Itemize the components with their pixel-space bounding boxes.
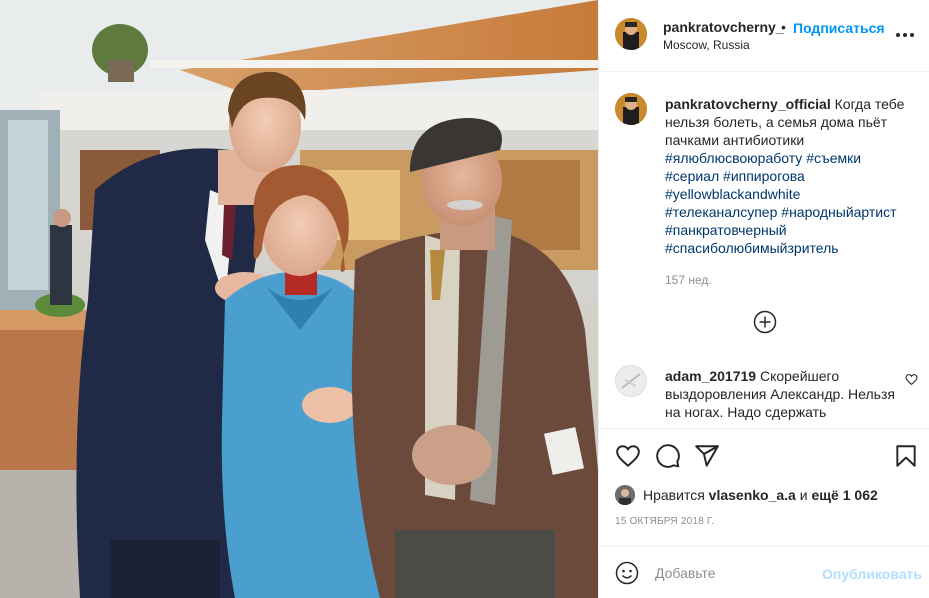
separator-dot: • (781, 19, 786, 35)
likes-count[interactable]: ещё 1 062 (811, 487, 877, 503)
caption-username[interactable]: pankratovcherny_official (665, 96, 831, 112)
comment-heart-icon[interactable] (905, 373, 918, 386)
speech-bubble-icon[interactable] (655, 443, 681, 469)
post-date[interactable]: 15 ОКТЯБРЯ 2018 Г. (615, 516, 714, 527)
add-comment-bar: Опубликовать (599, 546, 929, 598)
smiley-icon[interactable] (615, 561, 639, 585)
follow-button[interactable]: Подписаться (793, 20, 885, 36)
likes-summary: Нравится vlasenko_a.a и ещё 1 062 (615, 484, 878, 506)
publish-button[interactable]: Опубликовать (822, 566, 922, 582)
paper-plane-icon[interactable] (694, 443, 720, 469)
hashtag-link[interactable]: #ялюблюсвоюработу (665, 150, 802, 166)
hashtag-link[interactable]: #народныйартист (781, 204, 896, 220)
caption-age[interactable]: 157 нед. (665, 271, 915, 289)
likes-prefix: Нравится (643, 487, 709, 503)
liker-username[interactable]: vlasenko_a.a (709, 487, 796, 503)
more-horizontal-icon[interactable] (894, 24, 916, 46)
heart-icon[interactable] (615, 443, 641, 469)
plus-circle-icon[interactable] (753, 310, 777, 334)
author-username[interactable]: pankratovcherny_ (663, 19, 784, 35)
liker-avatar[interactable] (615, 485, 635, 505)
commenter-avatar[interactable] (615, 365, 647, 397)
hashtag-link[interactable]: #телеканалсупер (665, 204, 777, 220)
hashtag-link[interactable]: #панкратовчерный (665, 222, 787, 238)
post-actions (599, 428, 929, 480)
post-photo-image (0, 0, 598, 598)
bookmark-icon[interactable] (893, 443, 919, 469)
likes-conjunction: и (795, 487, 812, 503)
hashtag-link[interactable]: #yellowblackandwhite (665, 186, 800, 202)
instagram-post: pankratovcherny_ • Подписаться Moscow, R… (0, 0, 929, 598)
comment-input[interactable] (655, 561, 845, 585)
author-avatar[interactable] (615, 18, 647, 50)
hashtag-link[interactable]: #сериал (665, 168, 719, 184)
commenter-username[interactable]: adam_201719 (665, 368, 756, 384)
comment-item: adam_201719 Скорейшего выздоровления Але… (665, 367, 901, 421)
post-caption: pankratovcherny_official Когда тебе нель… (665, 95, 915, 289)
hashtag-link[interactable]: #иппирогова (723, 168, 805, 184)
caption-hashtags: #ялюблюсвоюработу #съемки #сериал #иппир… (665, 149, 915, 257)
post-location[interactable]: Moscow, Russia (663, 38, 750, 52)
post-header: pankratovcherny_ • Подписаться Moscow, R… (599, 0, 929, 72)
caption-author-avatar[interactable] (615, 93, 647, 125)
hashtag-link[interactable]: #спасиболюбимыйзритель (665, 240, 839, 256)
post-side-panel: pankratovcherny_ • Подписаться Moscow, R… (598, 0, 929, 598)
post-photo[interactable] (0, 0, 598, 598)
hashtag-link[interactable]: #съемки (806, 150, 861, 166)
